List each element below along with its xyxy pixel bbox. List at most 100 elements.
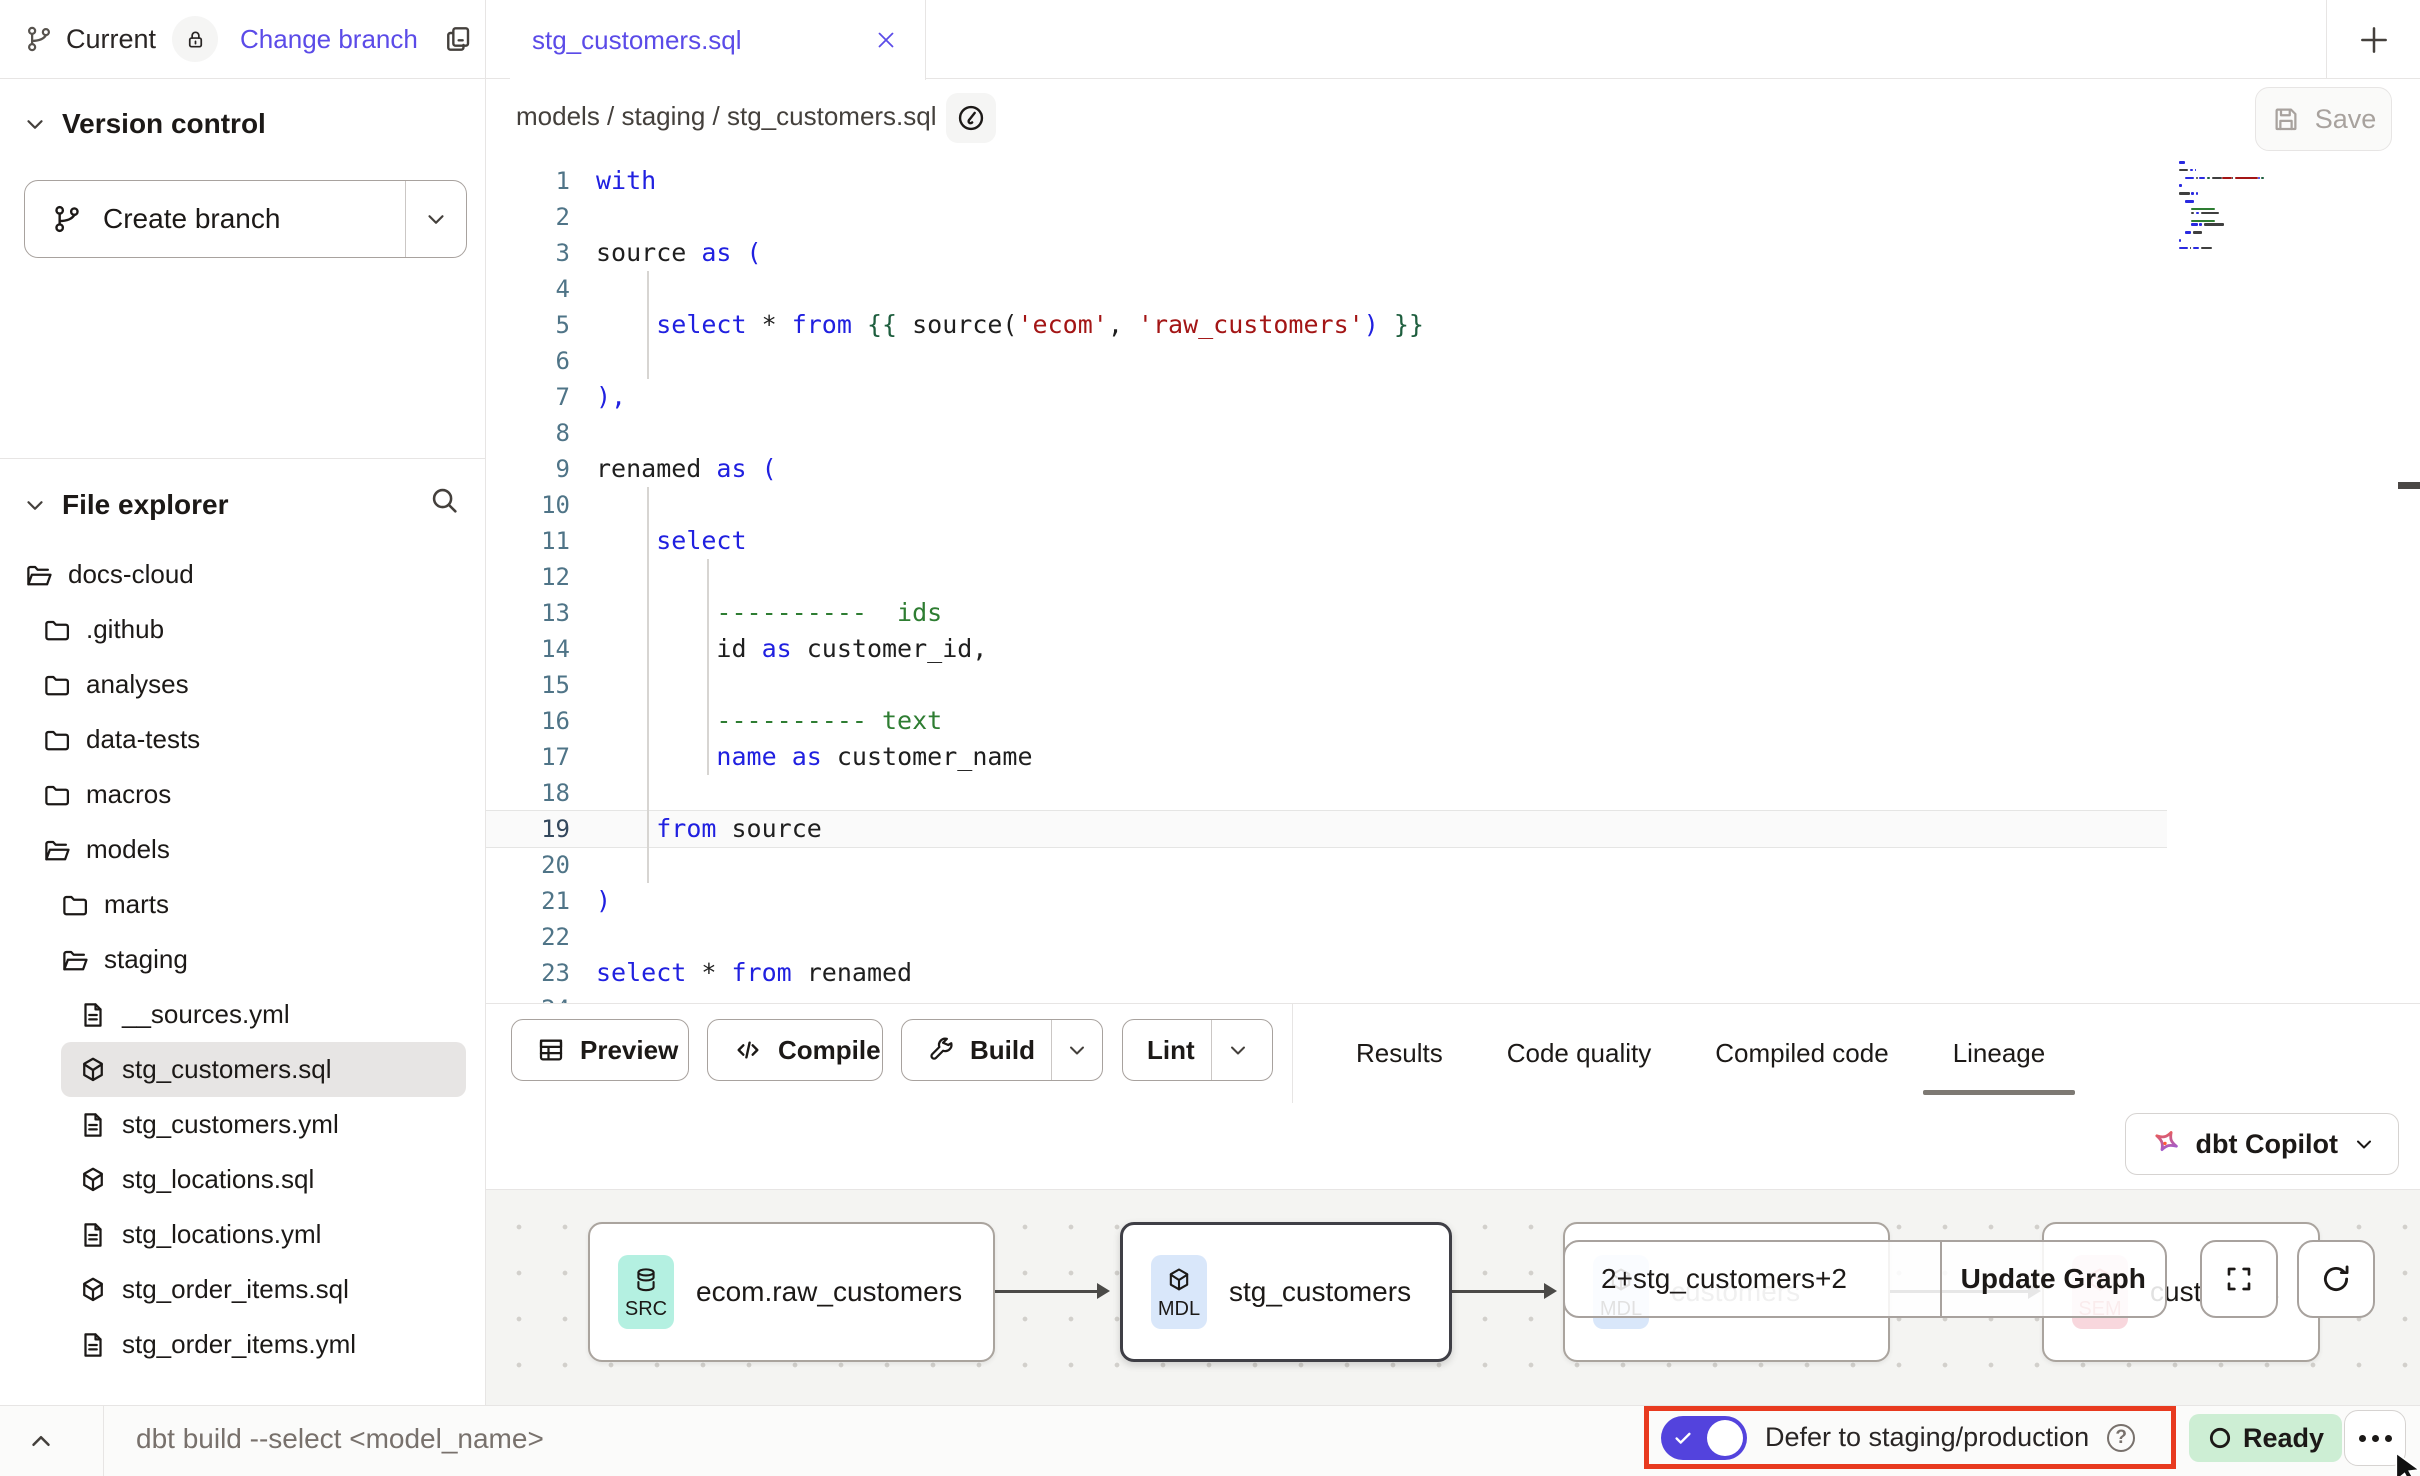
line-number: 23 [486, 955, 596, 991]
help-icon[interactable]: ? [2107, 1424, 2135, 1452]
code-line-11[interactable]: 11 select [486, 523, 2167, 559]
search-icon[interactable] [427, 483, 461, 517]
database-icon [632, 1266, 660, 1294]
lineage-canvas[interactable]: SRC ecom.raw_customers MDL stg_customers… [486, 1190, 2420, 1405]
scrollbar-thumb[interactable] [2398, 482, 2420, 489]
lineage-selector-input[interactable]: 2+stg_customers+2 [1565, 1242, 1940, 1316]
line-number: 10 [486, 487, 596, 523]
code-line-10[interactable]: 10 [486, 487, 2167, 523]
code-line-14[interactable]: 14 id as customer_id, [486, 631, 2167, 667]
code-line-23[interactable]: 23select * from renamed [486, 955, 2167, 991]
dbt-copilot-button[interactable]: dbt Copilot [2125, 1113, 2399, 1175]
code-line-19[interactable]: 19 from source [486, 811, 2167, 847]
code-line-12[interactable]: 12 [486, 559, 2167, 595]
tree-item-stg-locations-sql[interactable]: stg_locations.sql [0, 1152, 485, 1207]
divider [2326, 0, 2327, 79]
code-line-17[interactable]: 17 name as customer_name [486, 739, 2167, 775]
divider [1051, 1020, 1052, 1080]
node-title: stg_customers [1229, 1276, 1411, 1308]
indent-guide [647, 487, 649, 883]
refresh-button[interactable] [2297, 1240, 2375, 1318]
tree-item--sources-yml[interactable]: __sources.yml [0, 987, 485, 1042]
tree-item-stg-order-items-yml[interactable]: stg_order_items.yml [0, 1317, 485, 1372]
save-button[interactable]: Save [2255, 87, 2392, 151]
tab-compiled-code[interactable]: Compiled code [1715, 1004, 1888, 1103]
line-number: 20 [486, 847, 596, 883]
chevron-down-icon[interactable] [1212, 1020, 1264, 1080]
command-input[interactable]: dbt build --select <model_name> [136, 1423, 544, 1455]
tree-item-stg-customers-sql[interactable]: stg_customers.sql [0, 1042, 485, 1097]
compile-button[interactable]: Compile [707, 1019, 883, 1081]
line-number: 16 [486, 703, 596, 739]
code-line-24[interactable]: 24 [486, 991, 2167, 1003]
line-number: 22 [486, 919, 596, 955]
file-tree: docs-cloud.githubanalyses data-tests macro… [0, 547, 485, 1405]
line-number: 6 [486, 343, 596, 379]
copy-icon[interactable] [442, 23, 474, 55]
code-line-2[interactable]: 2 [486, 199, 2167, 235]
tree-item-models[interactable]: models [0, 822, 485, 877]
code-line-18[interactable]: 18 [486, 775, 2167, 811]
version-control-section-header[interactable]: Version control [0, 99, 485, 149]
floppy-disk-icon [2271, 104, 2301, 134]
code-line-16[interactable]: 16 ---------- text [486, 703, 2167, 739]
tree-item-docs-cloud[interactable]: docs-cloud [0, 547, 485, 602]
code-line-20[interactable]: 20 [486, 847, 2167, 883]
code-line-21[interactable]: 21) [486, 883, 2167, 919]
tree-item-stg-locations-yml[interactable]: stg_locations.yml [0, 1207, 485, 1262]
tree-item-staging[interactable]: staging [0, 932, 485, 987]
defer-toggle[interactable] [1661, 1416, 1747, 1460]
build-label: Build [970, 1035, 1035, 1066]
code-line-7[interactable]: 7), [486, 379, 2167, 415]
tab-code-quality[interactable]: Code quality [1507, 1004, 1652, 1103]
lineage-node-stg-customers[interactable]: MDL stg_customers [1120, 1222, 1452, 1362]
code-line-5[interactable]: 5 select * from {{ source('ecom', 'raw_c… [486, 307, 2167, 343]
tab-stg-customers-sql[interactable]: stg_customers.sql [510, 0, 926, 80]
chevron-down-icon[interactable] [1052, 1020, 1102, 1080]
code-line-6[interactable]: 6 [486, 343, 2167, 379]
tree-item-analyses[interactable]: analyses [0, 657, 485, 712]
tree-item-label: data-tests [86, 724, 200, 755]
close-icon[interactable] [873, 27, 899, 53]
gauge-icon[interactable] [946, 93, 996, 143]
new-tab-plus-icon[interactable] [2354, 20, 2394, 60]
tree-item-data-tests[interactable]: data-tests [0, 712, 485, 767]
line-number: 18 [486, 775, 596, 811]
tab-lineage[interactable]: Lineage [1953, 1004, 2046, 1103]
tree-item-label: stg_customers.yml [122, 1109, 339, 1140]
tree-item-macros[interactable]: macros [0, 767, 485, 822]
fullscreen-button[interactable] [2200, 1240, 2278, 1318]
tree-item-stg-customers-yml[interactable]: stg_customers.yml [0, 1097, 485, 1152]
chevron-up-icon[interactable] [26, 1426, 56, 1456]
tree-item--github[interactable]: .github [0, 602, 485, 657]
lint-button[interactable]: Lint [1122, 1019, 1273, 1081]
line-content: with [596, 163, 656, 199]
file-explorer-section-header[interactable]: File explorer [0, 477, 485, 533]
chevron-down-icon[interactable] [406, 206, 466, 232]
build-button[interactable]: Build [901, 1019, 1103, 1081]
code-line-13[interactable]: 13 ---------- ids [486, 595, 2167, 631]
code-line-3[interactable]: 3source as ( [486, 235, 2167, 271]
tree-item-marts[interactable]: marts [0, 877, 485, 932]
code-line-22[interactable]: 22 [486, 919, 2167, 955]
code-line-9[interactable]: 9renamed as ( [486, 451, 2167, 487]
code-line-15[interactable]: 15 [486, 667, 2167, 703]
tree-item-stg-order-items-sql[interactable]: stg_order_items.sql [0, 1262, 485, 1317]
code-line-1[interactable]: 1with [486, 163, 2167, 199]
tree-item-label: stg_locations.sql [122, 1164, 314, 1195]
lineage-node-source[interactable]: SRC ecom.raw_customers [588, 1222, 995, 1362]
divider [405, 181, 406, 257]
preview-button[interactable]: Preview [511, 1019, 689, 1081]
code-line-4[interactable]: 4 [486, 271, 2167, 307]
node-title: ecom.raw_customers [696, 1276, 962, 1308]
tab-results[interactable]: Results [1356, 1004, 1443, 1103]
change-branch-link[interactable]: Change branch [240, 24, 418, 55]
create-branch-main: Create branch [25, 181, 405, 257]
line-content: select * from renamed [596, 955, 912, 991]
code-editor[interactable]: 1with23source as (45 select * from {{ so… [486, 155, 2420, 1003]
create-branch-button[interactable]: Create branch [24, 180, 467, 258]
minimap[interactable] [2177, 161, 2299, 259]
lineage-edge [995, 1290, 1099, 1293]
code-line-8[interactable]: 8 [486, 415, 2167, 451]
update-graph-button[interactable]: Update Graph [1942, 1242, 2166, 1316]
